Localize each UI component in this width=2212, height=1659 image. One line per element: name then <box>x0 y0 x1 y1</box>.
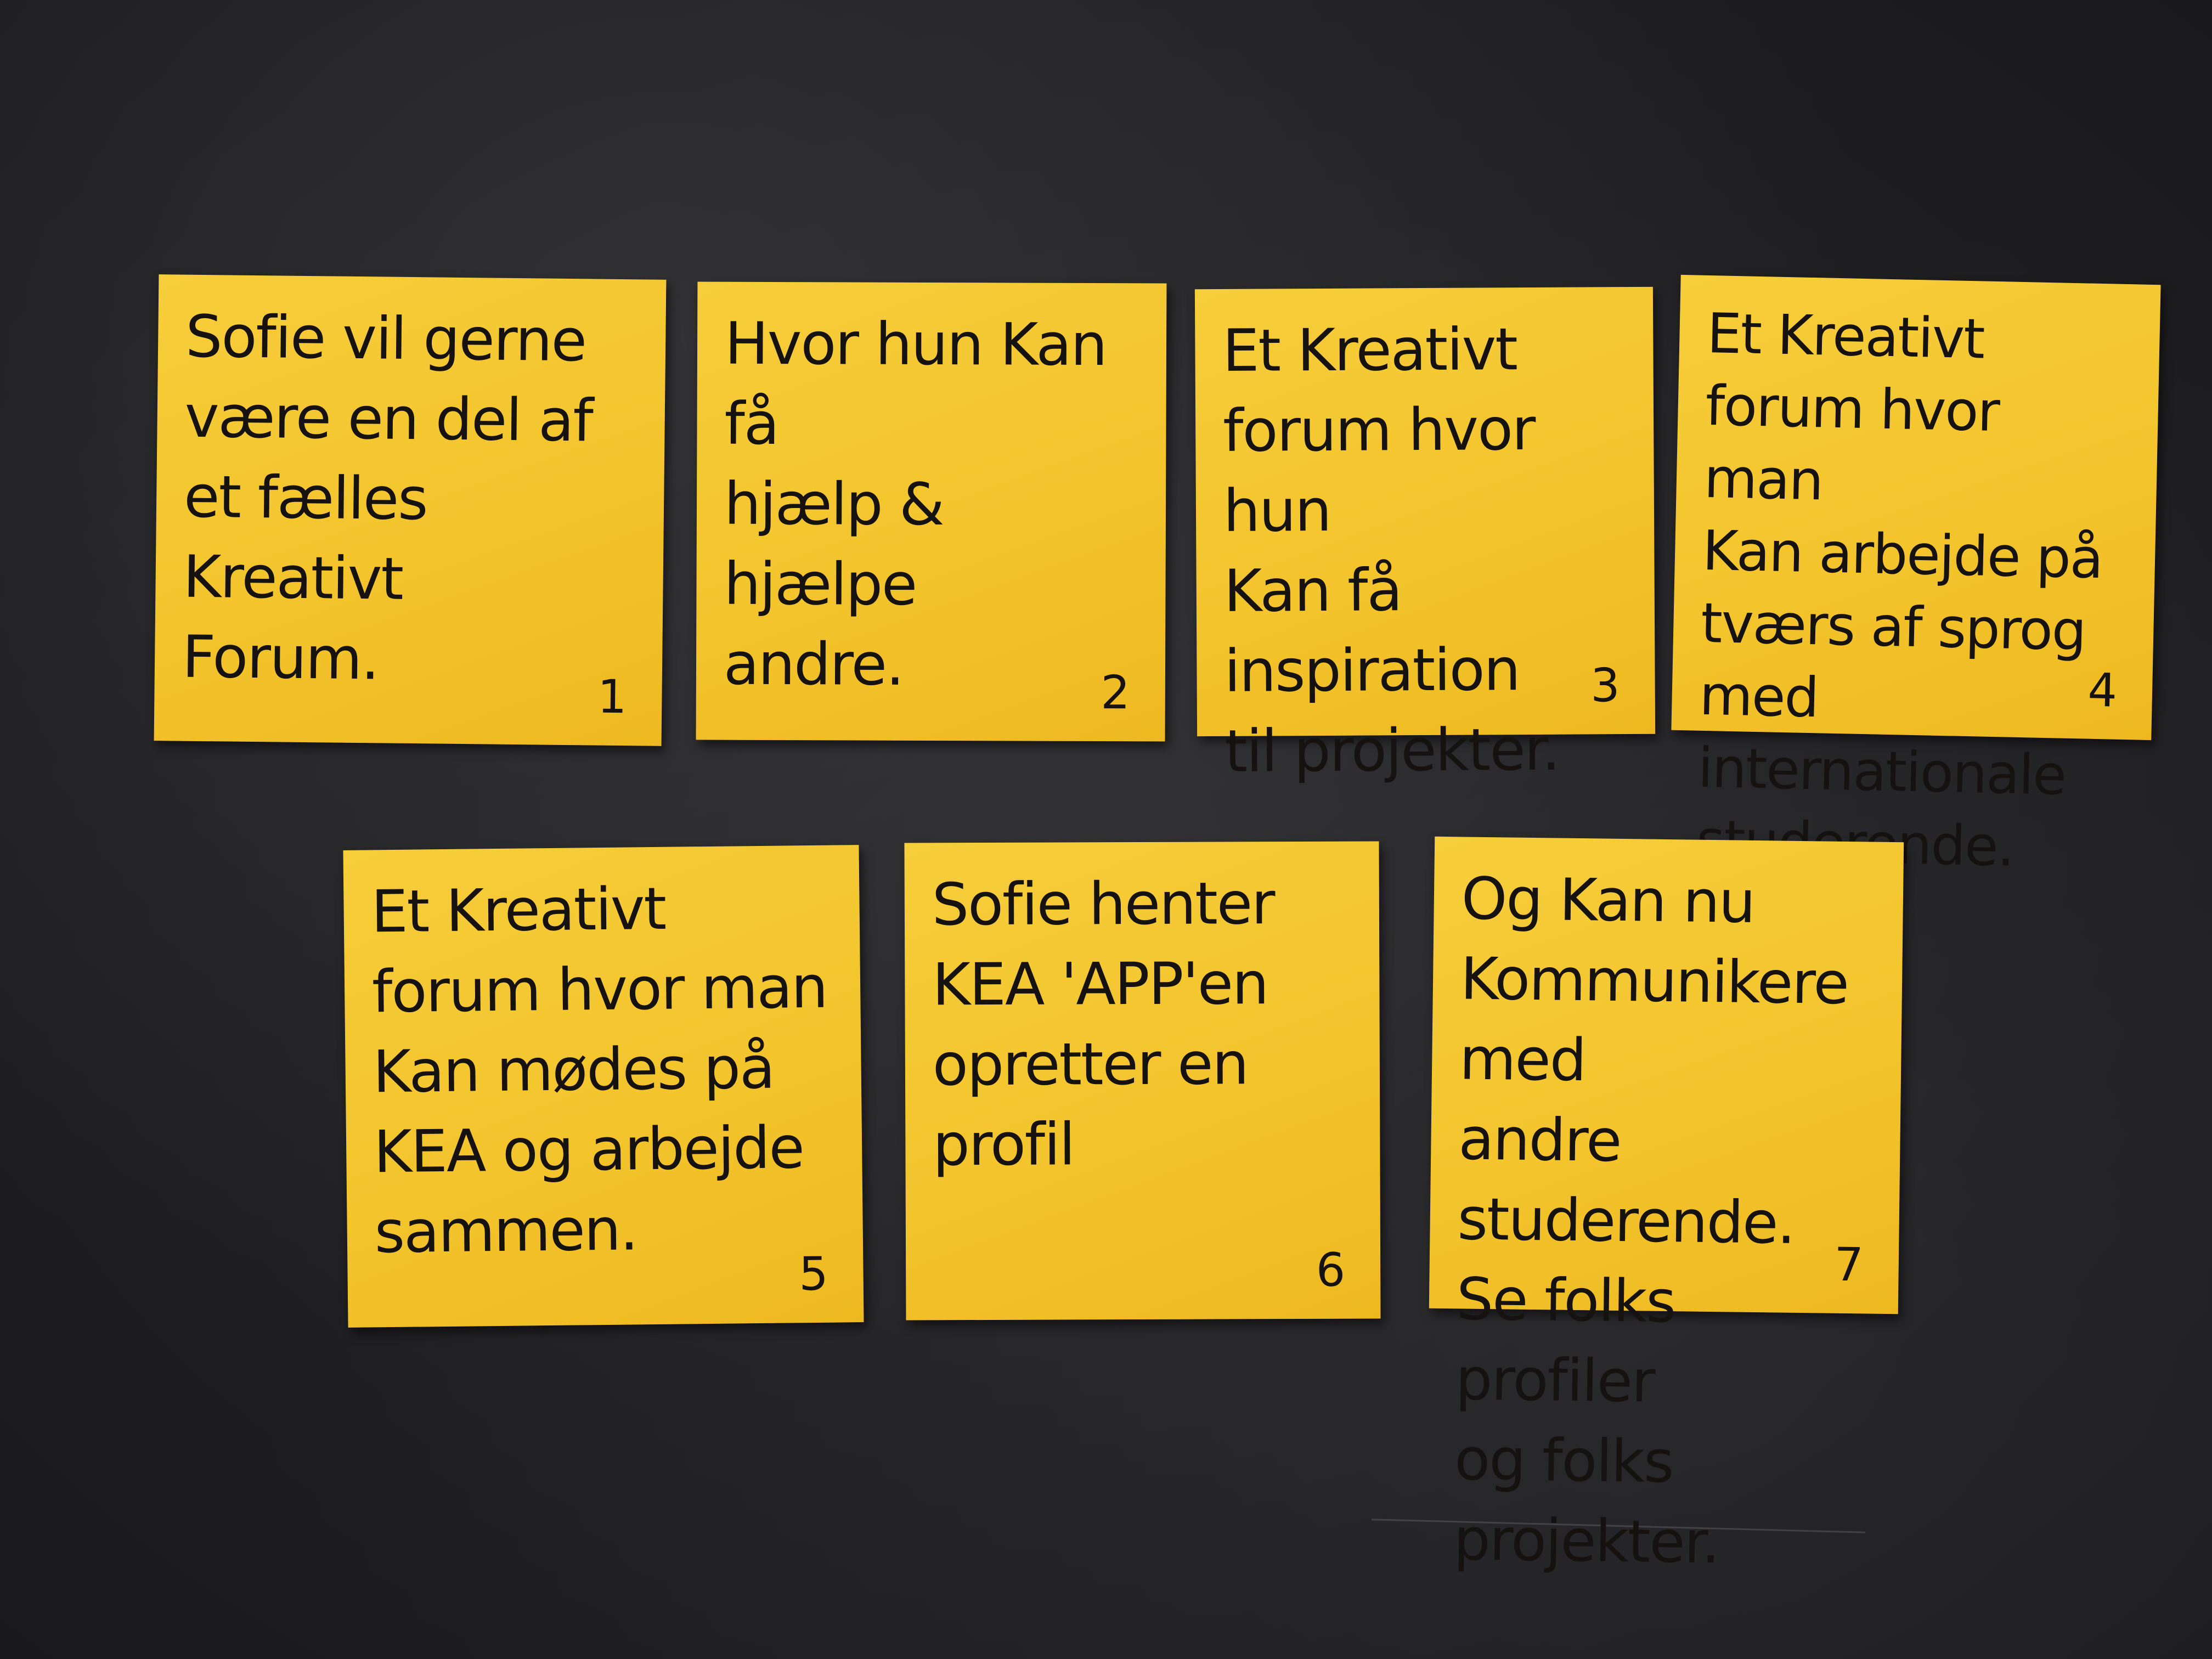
sticky-note-3: Et Kreativt forum hvor hun Kan få inspir… <box>1194 286 1656 785</box>
sticky-note-5: Et Kreativt forum hvor man Kan mødes på … <box>343 845 864 1328</box>
sticky-note-text: Sofie henter KEA 'APP'en opretter en pro… <box>932 870 1274 1179</box>
sticky-note-text: Hvor hun Kan få hjælp & hjælpe andre. <box>723 309 1107 698</box>
sticky-note-number: 6 <box>1316 1243 1346 1297</box>
sticky-note-text: Og Kan nu Kommunikere med andre studeren… <box>1453 865 1849 1577</box>
sticky-note-number: 3 <box>1590 658 1620 713</box>
sticky-note-number: 4 <box>2087 663 2118 718</box>
sticky-note-number: 5 <box>798 1246 829 1301</box>
sticky-note-number: 7 <box>1833 1237 1864 1292</box>
blackboard-background: Sofie vil gerne være en del af et fælles… <box>0 0 2212 1659</box>
sticky-note-text: Et Kreativt forum hvor hun Kan få inspir… <box>1222 315 1560 785</box>
sticky-note-text: Sofie vil gerne være en del af et fælles… <box>182 302 593 693</box>
sticky-note-1: Sofie vil gerne være en del af et fælles… <box>154 274 667 746</box>
sticky-note-number: 2 <box>1101 665 1131 720</box>
sticky-note-6: Sofie henter KEA 'APP'en opretter en pro… <box>904 841 1381 1321</box>
sticky-note-4: Et Kreativt forum hvor man Kan arbejde p… <box>1671 274 2161 879</box>
sticky-note-text: Et Kreativt forum hvor man Kan arbejde p… <box>1696 301 2103 879</box>
sticky-note-number: 1 <box>597 669 627 724</box>
sticky-note-2: Hvor hun Kan få hjælp & hjælpe andre. 2 <box>696 281 1167 742</box>
sticky-note-text: Et Kreativt forum hvor man Kan mødes på … <box>371 874 828 1266</box>
sticky-note-7: Og Kan nu Kommunikere med andre studeren… <box>1429 836 1904 1576</box>
